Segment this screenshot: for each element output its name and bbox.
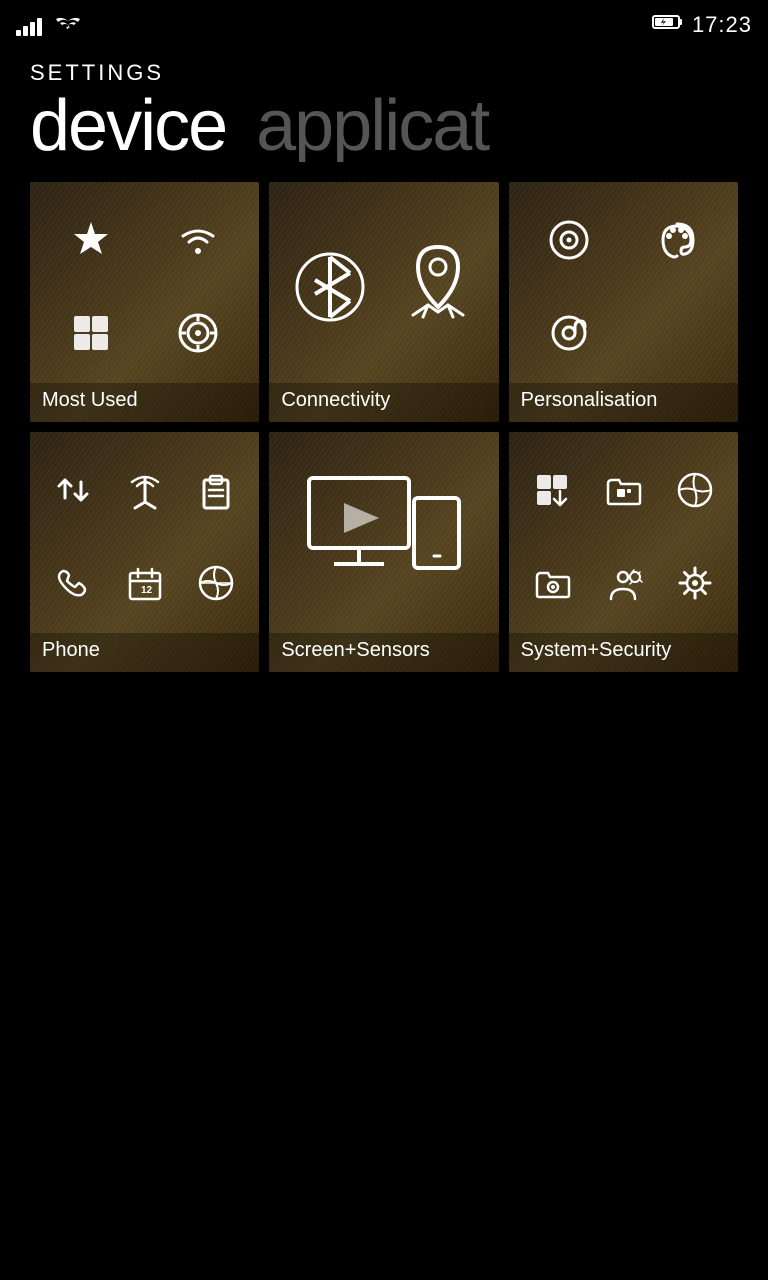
apps-grid-icon — [40, 290, 142, 378]
world-map-icon — [184, 540, 250, 628]
status-left — [16, 11, 82, 39]
antenna-icon — [112, 446, 178, 534]
status-bar: 17:23 — [0, 0, 768, 50]
system-security-label: System+Security — [509, 633, 738, 672]
phone-call-icon — [40, 540, 106, 628]
signal-bar-4 — [37, 18, 42, 36]
tiles-grid: Most Used — [0, 162, 768, 692]
bluetooth-icon — [295, 237, 365, 337]
music-circle-icon — [519, 196, 621, 284]
header: SETTINGS device applicat — [0, 50, 768, 162]
screen-devices-icon — [299, 468, 469, 603]
globe-icon — [662, 446, 728, 534]
personalisation-label: Personalisation — [509, 383, 738, 422]
at-sign-icon — [519, 290, 621, 378]
music-note-small-icon — [148, 290, 250, 378]
connectivity-label: Connectivity — [269, 383, 498, 422]
clipboard-icon — [184, 446, 250, 534]
signal-bars-icon — [16, 14, 42, 36]
gear-user-icon — [590, 540, 656, 628]
signal-bar-3 — [30, 22, 35, 36]
battery-icon — [652, 13, 684, 37]
calendar-icon: 12 — [112, 540, 178, 628]
tile-connectivity[interactable]: Connectivity — [269, 182, 498, 422]
most-used-label: Most Used — [30, 383, 259, 422]
clock: 17:23 — [692, 12, 752, 38]
wifi-icon — [54, 11, 82, 39]
folder-settings-icon — [519, 540, 585, 628]
settings-label: SETTINGS — [30, 60, 738, 86]
tile-most-used[interactable]: Most Used — [30, 182, 259, 422]
wifi-small-icon — [148, 196, 250, 284]
star-apps-icon — [40, 196, 142, 284]
app-install-icon — [519, 446, 585, 534]
location-arrows-icon — [403, 237, 473, 337]
signal-bar-2 — [23, 26, 28, 36]
tile-screen-sensors[interactable]: Screen+Sensors — [269, 432, 498, 672]
screen-sensors-label: Screen+Sensors — [269, 633, 498, 672]
tile-system-security[interactable]: System+Security — [509, 432, 738, 672]
tab-applications[interactable]: applicat — [256, 90, 488, 162]
empty-icon — [626, 290, 728, 378]
palette-icon — [626, 196, 728, 284]
tile-personalisation[interactable]: Personalisation — [509, 182, 738, 422]
folder-apps-icon — [590, 446, 656, 534]
svg-text:12: 12 — [141, 585, 153, 596]
status-right: 17:23 — [652, 12, 752, 38]
gear-wrench-icon — [662, 540, 728, 628]
nav-tabs[interactable]: device applicat — [30, 90, 738, 162]
data-transfer-icon — [40, 446, 106, 534]
phone-label: Phone — [30, 633, 259, 672]
signal-bar-1 — [16, 30, 21, 36]
tab-device[interactable]: device — [30, 90, 226, 162]
tile-phone[interactable]: 12 Phone — [30, 432, 259, 672]
